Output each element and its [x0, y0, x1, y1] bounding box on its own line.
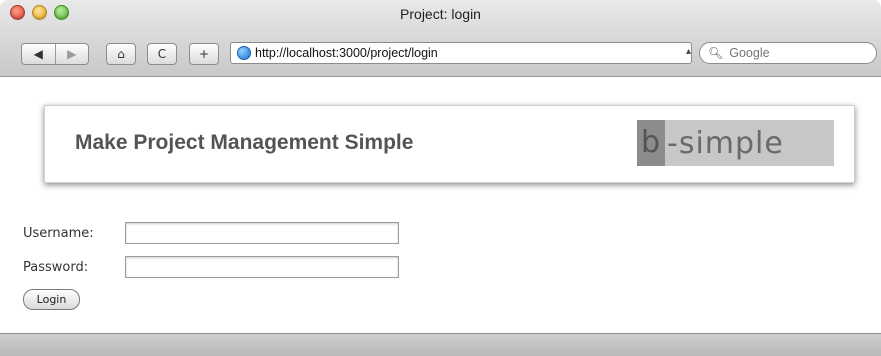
search-icon: 🔍︎	[708, 46, 724, 60]
browser-toolbar: ◀ ▶ ⌂ C + http://localhost:3000/project/…	[0, 33, 881, 69]
username-row: Username:	[23, 220, 399, 246]
password-field[interactable]	[125, 256, 399, 278]
address-text: http://localhost:3000/project/login	[255, 46, 438, 60]
status-bar	[0, 333, 881, 356]
plus-icon: +	[198, 47, 210, 61]
snapback-icon[interactable]: ▴	[686, 46, 691, 57]
search-field[interactable]: 🔍︎	[699, 42, 877, 64]
password-row: Password:	[23, 254, 399, 280]
address-bar[interactable]: http://localhost:3000/project/login	[230, 42, 692, 64]
globe-icon	[237, 46, 251, 60]
search-input[interactable]	[727, 45, 872, 61]
browser-window: Project: login ◀ ▶ ⌂ C + http://localhos…	[0, 0, 881, 356]
window-title: Project: login	[400, 6, 481, 22]
forward-button[interactable]: ▶	[54, 44, 89, 64]
site-banner: Make Project Management Simple b -simple	[44, 105, 855, 183]
add-bookmark-button[interactable]: +	[189, 43, 219, 65]
site-logo: b -simple	[637, 120, 834, 166]
back-forward-group: ◀ ▶	[21, 43, 89, 65]
login-form: Username: Password:	[23, 220, 399, 288]
logo-letter: b	[637, 120, 665, 166]
home-icon: ⌂	[117, 47, 125, 61]
back-button[interactable]: ◀	[22, 44, 55, 64]
back-arrow-icon: ◀	[33, 47, 43, 61]
home-button[interactable]: ⌂	[106, 43, 136, 65]
window-chrome: Project: login ◀ ▶ ⌂ C + http://localhos…	[0, 0, 881, 77]
site-tagline: Make Project Management Simple	[75, 131, 414, 154]
username-label: Username:	[23, 225, 94, 241]
login-button[interactable]: Login	[23, 289, 80, 310]
forward-arrow-icon: ▶	[67, 47, 77, 61]
username-field[interactable]	[125, 222, 399, 244]
reload-icon: C	[157, 47, 167, 61]
password-label: Password:	[23, 259, 89, 275]
reload-button[interactable]: C	[147, 43, 177, 65]
logo-text: -simple	[667, 125, 784, 161]
